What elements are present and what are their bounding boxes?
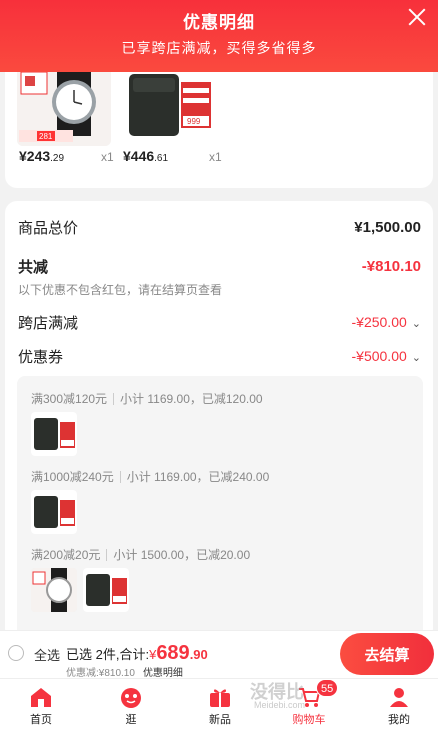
tab-new[interactable]: 新品 (185, 679, 255, 730)
product-list-card: 281 ¥243.29 x1 999 ¥446.61 x1 (5, 72, 433, 188)
tab-stroll[interactable]: 逛 (96, 679, 166, 730)
group-item-thumb (31, 412, 77, 456)
bag-thumbnail: 999 (121, 72, 215, 146)
total-discount-label: 共减 (18, 259, 49, 276)
coupon-row[interactable]: 优惠券 -¥500.00 ⌄ (18, 346, 421, 367)
product-item-watch[interactable]: 281 ¥243.29 x1 (17, 72, 114, 164)
home-icon (31, 688, 51, 707)
product-qty: x1 (101, 150, 114, 164)
total-discount-row: 共减 -¥810.10 (18, 256, 421, 277)
stroll-icon (121, 688, 141, 708)
coupon-group-rule: 满200减20元 小计 1500.00，已减20.00 (31, 548, 251, 562)
cart-count-badge: 55 (316, 679, 339, 697)
coupon-detail-panel: 满300减120元 小计 1169.00，已减120.00 满1000减240元小… (17, 376, 423, 641)
watch-badge: 281 (39, 132, 53, 141)
discount-note: 以下优惠不包含红包，请在结算页查看 (18, 283, 223, 297)
watch-thumbnail: 281 (17, 72, 111, 146)
bottom-tab-bar: 首页 逛 新品 购物车 我的 (0, 678, 438, 730)
bag-badge: 999 (187, 117, 201, 126)
tab-home[interactable]: 首页 (6, 679, 76, 730)
page-title: 优惠明细 (183, 13, 255, 32)
checkout-button[interactable]: 去结算 (340, 633, 434, 675)
coupon-group-rule: 满300减120元 小计 1169.00，已减120.00 (31, 392, 263, 406)
checkout-bar: 全选 已选 2件,合计:¥689.90 优惠减:¥810.10 优惠明细 去结算 (0, 630, 438, 679)
group-item-thumb (31, 490, 77, 534)
select-all-label[interactable]: 全选 (34, 645, 60, 664)
coupon-group-rule: 满1000减240元 小计 1169.00，已减240.00 (31, 470, 270, 484)
cross-store-label: 跨店满减 (18, 315, 79, 332)
coupon-label: 优惠券 (18, 349, 64, 366)
gift-icon (210, 689, 230, 707)
product-item-bag[interactable]: 999 ¥446.61 x1 (121, 72, 222, 164)
chevron-down-icon[interactable]: ⌄ (412, 351, 421, 364)
selected-total: 已选 2件,合计:¥689.90 (66, 642, 208, 664)
group-item-thumb (83, 568, 129, 612)
group-item-thumb (31, 568, 77, 612)
saved-amount: 优惠减:¥810.10 优惠明细 (66, 668, 183, 679)
product-qty: x1 (209, 150, 222, 164)
product-price: ¥243.29 (19, 148, 65, 164)
page-subtitle: 已享跨店满减，买得多省得多 (121, 40, 317, 56)
close-icon[interactable] (406, 6, 428, 28)
chevron-down-icon[interactable]: ⌄ (412, 317, 421, 330)
total-price-row: 商品总价 ¥1,500.00 (18, 217, 421, 238)
tab-profile[interactable]: 我的 (364, 679, 434, 730)
total-discount-value: -¥810.10 (361, 258, 421, 275)
profile-icon (390, 688, 408, 707)
product-price: ¥446.61 (123, 148, 169, 164)
cross-store-row[interactable]: 跨店满减 -¥250.00 ⌄ (18, 312, 421, 333)
cross-store-value: -¥250.00 (351, 313, 407, 330)
discount-detail-header: 优惠明细 已享跨店满减，买得多省得多 (0, 0, 438, 72)
discount-summary-card: 商品总价 ¥1,500.00 共减 -¥810.10 以下优惠不包含红包，请在结… (5, 201, 433, 641)
total-price-label: 商品总价 (18, 220, 79, 237)
coupon-value: -¥500.00 (351, 347, 407, 364)
select-all-checkbox[interactable] (8, 645, 24, 661)
total-price-value: ¥1,500.00 (354, 219, 421, 236)
watermark-subtext: Meidebi.com (254, 700, 306, 710)
